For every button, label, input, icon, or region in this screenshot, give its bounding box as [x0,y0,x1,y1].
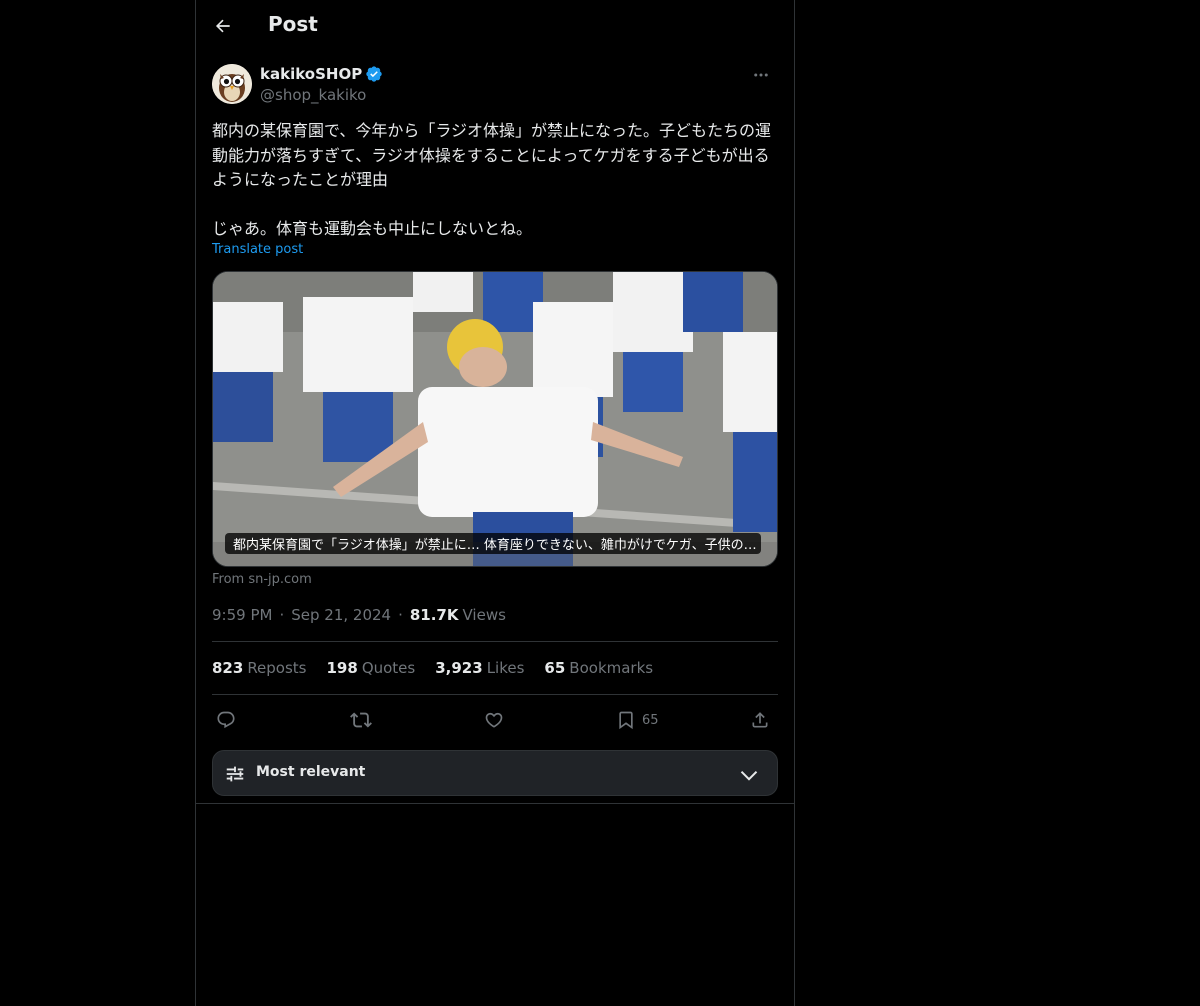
translate-post-link[interactable]: Translate post [212,242,303,257]
reply-icon [217,711,235,729]
replies-sort-dropdown[interactable]: Most relevant [212,750,778,796]
page-title: Post [268,12,318,36]
bookmark-icon [619,711,633,730]
card-caption: 都内某保育園で「ラジオ体操」が禁止に… 体育座りできない、雑巾がけでケガ、子供の… [225,533,761,554]
post-column: Post kakikoSHOP @shop_kakiko 都内の某保育園で、今年… [195,0,795,1006]
heart-icon [485,712,503,728]
more-dots-icon [754,73,768,77]
post-date[interactable]: Sep 21, 2024 [291,606,391,624]
repost-icon [350,712,372,728]
author-handle[interactable]: @shop_kakiko [260,86,366,104]
post-stats: 823 Reposts 198 Quotes 3,923 Likes 65 Bookma… [212,659,673,677]
bookmarks-stat[interactable]: 65 Bookmarks [544,659,653,677]
views-label: Views [462,606,506,624]
sort-label: Most relevant [256,764,366,780]
post-author: kakikoSHOP @shop_kakiko [212,64,778,108]
likes-stat[interactable]: 3,923 Likes [435,659,524,677]
meta-separator: · [279,606,285,624]
post-body: 都内の某保育園で、今年から「ラジオ体操」が禁止になった。子どもたちの運動能力が落… [212,121,772,238]
repost-button[interactable] [350,707,372,733]
divider [212,694,778,695]
quotes-stat[interactable]: 198 Quotes [327,659,416,677]
reposts-stat[interactable]: 823 Reposts [212,659,307,677]
reply-button[interactable] [216,707,236,733]
back-button[interactable] [206,9,240,43]
share-icon [752,712,768,728]
views-count: 81.7K [409,606,459,624]
bookmark-count: 65 [642,712,659,728]
link-card[interactable]: 都内某保育園で「ラジオ体操」が禁止に… 体育座りできない、雑巾がけでケガ、子供の… [212,271,778,567]
share-button[interactable] [750,707,770,733]
divider [196,803,794,804]
arrow-left-icon [215,19,230,33]
action-bar: 65 [212,707,778,733]
meta-separator: · [398,606,403,624]
sliders-icon [226,766,244,782]
card-photo [213,272,777,566]
verified-badge-icon[interactable] [365,65,383,83]
divider [212,641,778,642]
like-button[interactable] [484,707,504,733]
chevron-down-icon [740,770,758,781]
bookmark-button[interactable]: 65 [616,707,659,733]
post-meta: 9:59 PM · Sep 21, 2024 · 81.7K Views [212,606,506,624]
author-display-name[interactable]: kakikoSHOP [260,65,362,83]
post-time[interactable]: 9:59 PM [212,606,272,624]
more-options-button[interactable] [744,64,778,86]
owl-avatar-icon[interactable] [212,64,252,104]
card-source[interactable]: From sn-jp.com [212,572,312,587]
top-bar: Post [196,0,794,53]
